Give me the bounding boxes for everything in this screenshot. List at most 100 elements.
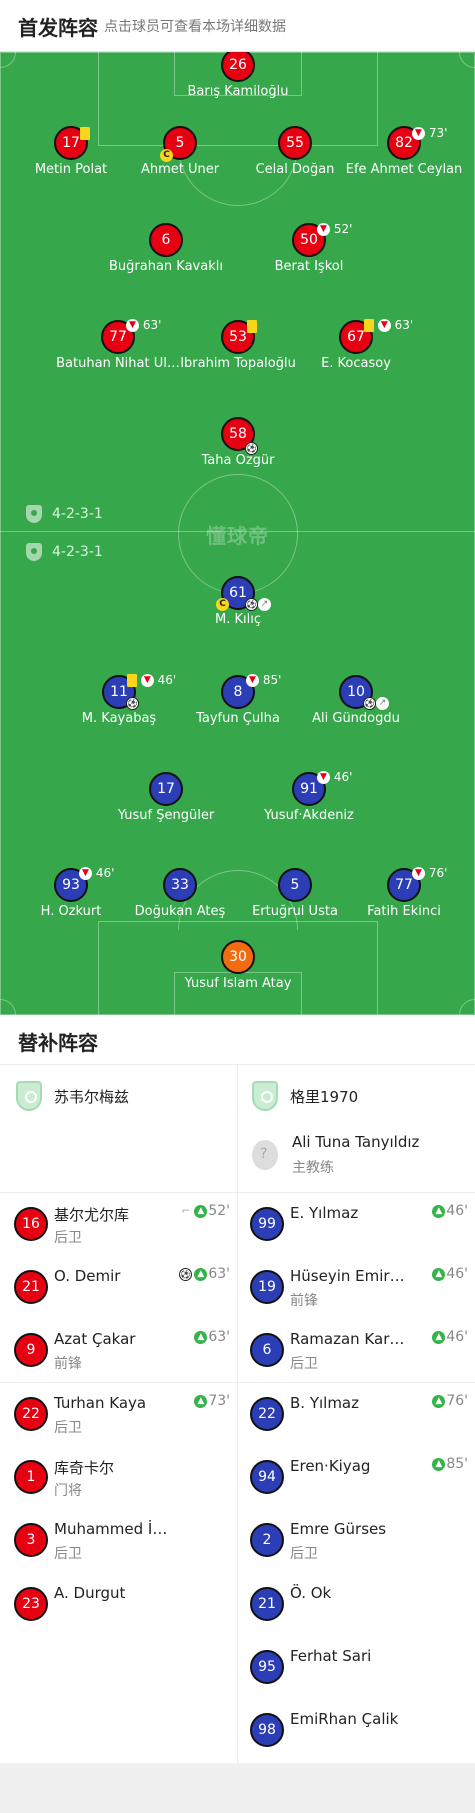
row-divider [0,1192,475,1193]
home-formation: 4-2-3-1 [26,505,103,523]
sub-on-icon: ▲ [194,1267,208,1281]
sub-off-event: ▼ 63' [126,318,161,332]
player-position: 后卫 [54,1546,82,1562]
assist-icon: ↗ [376,697,389,710]
subs-header: 替补阵容 [0,1015,475,1065]
player[interactable]: 58 Taha Özgür [168,417,308,468]
player-number: 94 [250,1460,284,1494]
player[interactable]: 77 Fatih Ekinci [334,868,474,919]
sub-off-icon: ▼ [140,673,154,687]
sub-player[interactable]: 21 O. Demir ⚽ ▲ 63' [14,1266,234,1330]
player-name: M. Kılıç [215,612,261,627]
player-name: E. Kocasoy [321,356,391,371]
sub-event: ▲ 63' [194,1329,230,1345]
player[interactable]: 82 Efe Ahmet Ceylan [334,126,474,177]
player-name: EmiRhan Çalik [290,1710,399,1728]
sub-player[interactable]: 2 Emre Gürses 后卫 [250,1520,472,1583]
player-position: 前锋 [290,1293,318,1309]
lineup-header: 首发阵容 点击球员可查看本场详细数据 [0,0,475,52]
sub-player[interactable]: 22 B. Yılmaz ▲ 76' [250,1393,472,1457]
player[interactable]: 77 Batuhan Nihat Ul… [48,320,188,371]
sub-on-icon: ▲ [432,1204,446,1218]
home-formation-label: 4-2-3-1 [52,506,103,522]
sub-player[interactable]: 9 Azat Çakar 前锋 ▲ 63' [14,1329,234,1393]
column-divider [237,1065,238,1763]
player-name: Yusuf İslam Atay [184,976,292,991]
sub-player[interactable]: 1 库奇卡尔 门将 [14,1459,234,1520]
player-name: Emre Gürses [290,1520,387,1538]
player[interactable]: 6 Buğrahan Kavaklı [96,223,236,274]
player-name: Fatih Ekinci [367,904,441,919]
sub-player[interactable]: 23 A. Durgut [14,1584,234,1647]
sub-on-icon: ▲ [194,1394,208,1408]
player[interactable]: 10 Ali Gündogdu [286,675,426,726]
home-team: 苏韦尔梅兹 [16,1081,129,1111]
page-title: 首发阵容 [18,16,98,40]
player-name: Efe Ahmet Ceylan [345,162,463,177]
sub-player[interactable]: 16 基尔尤尔库 后卫 ⌐ ▲ 52' [14,1203,234,1267]
player-number: 95 [250,1650,284,1684]
sub-player[interactable]: 95 Ferhat Sari [250,1647,472,1710]
player-number: 98 [250,1713,284,1747]
sub-on-icon: ▲ [432,1457,446,1471]
player[interactable]: 26 Barış Kamiloğlu [168,52,308,99]
player-name: 库奇卡尔 [54,1459,115,1477]
home-team-name: 苏韦尔梅兹 [54,1087,130,1106]
sub-player[interactable]: 6 Ramazan Kar… 后卫 ▲ 46' [250,1329,472,1393]
goal-assist-event: ⚽ ↗ [245,598,271,611]
player-number: 2 [250,1523,284,1557]
sub-player[interactable]: 22 Turhan Kaya 后卫 ▲ 73' [14,1393,234,1457]
away-team-name: 格里1970 [290,1087,359,1106]
player-name: O. Demir [54,1267,121,1285]
player-position: 后卫 [54,1230,82,1246]
sub-player[interactable]: 94 Eren·Kiyag ▲ 85' [250,1456,472,1520]
player-name: Azat Çakar [54,1330,136,1348]
coach-role: 主教练 [292,1160,334,1176]
sub-player[interactable]: 99 E. Yılmaz ▲ 46' [250,1203,472,1267]
yellow-card-icon [247,320,257,333]
player[interactable]: 91 Yusuf·Akdeniz [239,772,379,823]
sub-event: ⌐ ▲ 52' [179,1203,230,1219]
coach-name: Ali Tuna Tanyıldız [292,1133,420,1151]
away-formation: 4-2-3-1 [26,543,103,561]
player-number: 19 [250,1270,284,1304]
player-position: 后卫 [54,1420,82,1436]
sub-off-event: ▼ 52' [317,222,352,236]
coach-avatar-icon [252,1140,278,1170]
player-number: 16 [14,1207,48,1241]
sub-player[interactable]: 19 Hüseyin Emir… 前锋 ▲ 46' [250,1266,472,1330]
player-number: 22 [14,1397,48,1431]
player-number: 3 [14,1523,48,1557]
team-shield-icon [16,1081,42,1111]
player[interactable]: 50 Berat İşkol [239,223,379,274]
player[interactable]: 61 M. Kılıç [168,576,308,627]
sub-event: ⚽ ▲ 63' [179,1266,230,1282]
player-number: 21 [250,1587,284,1621]
sub-player[interactable]: 21 Ö. Ok [250,1584,472,1647]
player-number: 6 [250,1333,284,1367]
sub-off-icon: ▼ [126,318,139,332]
player-position: 后卫 [290,1546,318,1562]
sub-event: ▲ 46' [432,1266,468,1282]
sub-off-event: ▼ 76' [412,866,447,880]
goal-icon: ⚽ [363,697,376,710]
player-name: Eren·Kiyag [290,1457,371,1475]
sub-on-icon: ▲ [432,1267,446,1281]
player-number: 33 [163,868,197,902]
sub-off-event: ▼ 85' [246,673,281,687]
player-name: Berat İşkol [274,259,344,274]
player-name: Taha Özgür [201,453,275,468]
player-name: Yusuf Şengüler [117,808,215,823]
boot-icon: ⌐ [181,1205,191,1217]
player[interactable]: 17 Yusuf Şengüler [96,772,236,823]
page-subtitle: 点击球员可查看本场详细数据 [104,19,286,35]
player[interactable]: 30 Yusuf İslam Atay [168,940,308,991]
sub-event: ▲ 46' [432,1329,468,1345]
away-coach[interactable]: Ali Tuna Tanyıldız 主教练 [252,1133,419,1177]
player-name: E. Yılmaz [290,1204,359,1222]
sub-on-icon: ▲ [194,1204,208,1218]
player-name: Barış Kamiloğlu [187,84,289,99]
sub-player[interactable]: 3 Muhammed İ… 后卫 [14,1520,234,1583]
goal-icon: ⚽ [126,697,139,710]
player-number: 30 [221,940,255,974]
